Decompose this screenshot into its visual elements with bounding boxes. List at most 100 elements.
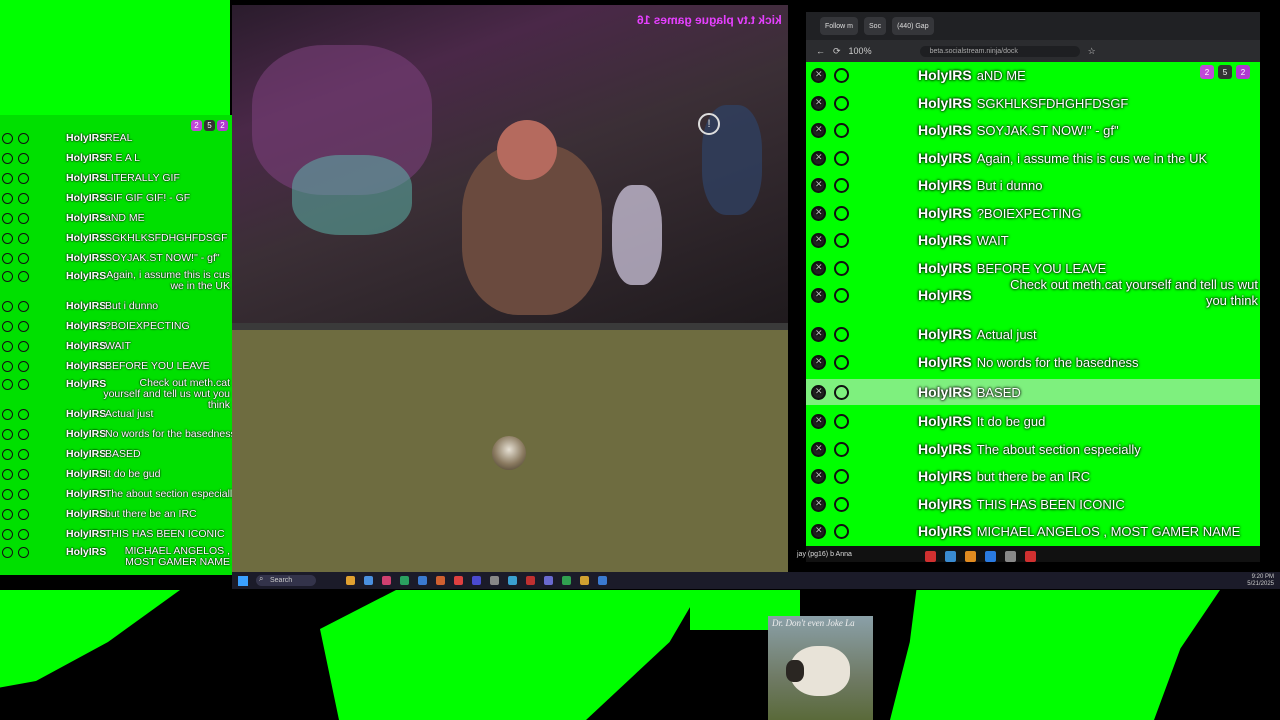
chat-message: SOYJAK.ST NOW!" - gf": [105, 252, 220, 264]
user-icon: [18, 341, 29, 352]
tab-social-stream[interactable]: Soc: [864, 17, 887, 35]
user-icon: [834, 523, 849, 539]
user-icon: [18, 271, 29, 282]
chat-username: HolyIRS: [918, 150, 972, 166]
chat-username: HolyIRS: [66, 132, 107, 144]
chat-username: HolyIRS: [66, 300, 107, 312]
star-icon[interactable]: ☆: [1088, 46, 1096, 57]
close-icon[interactable]: [811, 441, 826, 457]
settings-icon[interactable]: [1005, 551, 1016, 562]
app-icon[interactable]: [562, 576, 571, 585]
chat-username: HolyIRS: [918, 523, 972, 539]
app-icon[interactable]: [598, 576, 607, 585]
list-item: HolyIRSSGKHLKSFDHGHFDSGF: [806, 92, 1260, 114]
app-icon[interactable]: [508, 576, 517, 585]
close-icon[interactable]: [811, 354, 826, 370]
close-icon[interactable]: [811, 326, 826, 342]
app-icon[interactable]: [400, 576, 409, 585]
pause-icon[interactable]: [925, 551, 936, 562]
list-item: HolyIRSNo words for the basedness: [806, 351, 1260, 373]
chat-icon[interactable]: [945, 551, 956, 562]
reload-icon[interactable]: ⟳: [833, 46, 841, 57]
star-icon[interactable]: [965, 551, 976, 562]
app-icon[interactable]: [526, 576, 535, 585]
close-icon[interactable]: [811, 260, 826, 276]
close-icon[interactable]: [811, 95, 826, 111]
chat-message: SGKHLKSFDHGHFDSGF: [105, 232, 228, 244]
list-item: HolyIRSSOYJAK.ST NOW!" - gf": [806, 119, 1260, 141]
list-item: HolyIRS Check out meth.cat yourself and t…: [806, 277, 1260, 308]
user-icon: [18, 301, 29, 312]
app-icon[interactable]: [382, 576, 391, 585]
chat-username: HolyIRS: [918, 441, 972, 457]
status-line: jay (pg16) b Anna: [797, 551, 852, 558]
app-icon[interactable]: [454, 576, 463, 585]
close-icon[interactable]: [811, 468, 826, 484]
sheep-head: [786, 660, 804, 682]
user-icon: [18, 253, 29, 264]
app-icon[interactable]: [490, 576, 499, 585]
chat-message: but there be an IRC: [105, 508, 197, 520]
chat-username: HolyIRS: [918, 232, 972, 248]
chat-message: But i dunno: [105, 300, 159, 312]
chat-message: SOYJAK.ST NOW!" - gf": [976, 122, 1119, 138]
close-icon[interactable]: [811, 523, 826, 539]
close-icon[interactable]: [811, 384, 826, 400]
user-icon: [18, 213, 29, 224]
badge-icon: [2, 529, 13, 540]
close-icon[interactable]: [811, 150, 826, 166]
badge-icon: [2, 489, 13, 500]
taskbar: Search 9:20 PM 5/21/2025: [232, 572, 1280, 589]
close-icon[interactable]: [811, 177, 826, 193]
search-input[interactable]: Search: [256, 574, 316, 586]
close-icon[interactable]: [811, 232, 826, 248]
monitor-glow-shape: [292, 155, 412, 235]
user-icon: [18, 409, 29, 420]
chat-username: HolyIRS: [66, 152, 107, 164]
app-icon[interactable]: [580, 576, 589, 585]
user-icon: [18, 321, 29, 332]
stream-overlay-text: kick t.tv plague games 16: [637, 13, 782, 27]
media-controls: [925, 551, 1036, 562]
list-item: HolyIRSBEFORE YOU LEAVE: [806, 257, 1260, 279]
avatar: [492, 436, 526, 470]
tab-youtube[interactable]: (440) Gap: [892, 17, 934, 35]
chroma-key-area: [890, 590, 1220, 720]
close-icon[interactable]: [811, 413, 826, 429]
stream-video[interactable]: ! kick t.tv plague games 16: [232, 5, 788, 323]
close-icon[interactable]: [811, 287, 826, 303]
user-icon: [834, 95, 849, 111]
back-icon[interactable]: ←: [816, 46, 825, 56]
chat-message: No words for the basedness: [976, 354, 1139, 370]
close-icon[interactable]: [811, 205, 826, 221]
app-icon[interactable]: [472, 576, 481, 585]
chat-message: It do be gud: [976, 413, 1046, 429]
chat-message: MICHAEL ANGELOS , MOST GAMER NAME: [124, 545, 230, 568]
app-icon[interactable]: [364, 576, 373, 585]
windows-start-icon[interactable]: [238, 575, 248, 586]
record-icon[interactable]: [1025, 551, 1036, 562]
info-icon: !: [698, 113, 720, 135]
panel-titlebar: [232, 323, 788, 330]
app-icon[interactable]: [436, 576, 445, 585]
chat-username: HolyIRS: [66, 192, 107, 204]
tab-follow[interactable]: Follow m: [820, 17, 859, 35]
close-icon[interactable]: [811, 67, 826, 83]
app-icon[interactable]: [544, 576, 553, 585]
close-icon[interactable]: [811, 496, 826, 512]
chroma-key-area: [320, 590, 700, 720]
close-icon[interactable]: [811, 122, 826, 138]
chat-username: HolyIRS: [918, 122, 972, 138]
chat-message: Check out meth.cat yourself and tell us …: [1010, 277, 1258, 308]
user-icon: [18, 469, 29, 480]
url-field[interactable]: beta.socialstream.ninja/dock: [919, 45, 1080, 57]
app-icon[interactable]: [418, 576, 427, 585]
app-icon[interactable]: [346, 576, 355, 585]
streamer-head-shape: [497, 120, 557, 180]
badge-icon: [2, 361, 13, 372]
badge-icon: [2, 379, 13, 390]
user-icon: [834, 326, 849, 342]
chat-message: No words for the basedness: [105, 428, 232, 440]
filter-icon[interactable]: [985, 551, 996, 562]
system-clock[interactable]: 9:20 PM 5/21/2025: [1247, 574, 1274, 588]
